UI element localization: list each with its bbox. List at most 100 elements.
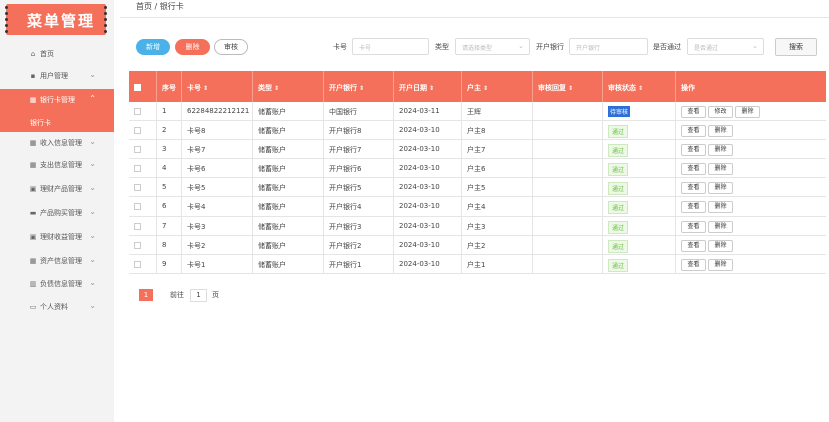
status-badge: 通过 (608, 239, 629, 253)
view-button[interactable]: 查看 (681, 125, 706, 138)
delete-row-button[interactable]: 删除 (708, 163, 733, 176)
view-button[interactable]: 查看 (681, 106, 706, 118)
sidebar-item-label: 产品购买管理 (40, 209, 82, 217)
sidebar-item-returns[interactable]: ▣ 理财收益管理 ⌄ (0, 226, 114, 248)
delete-row-button[interactable]: 删除 (708, 201, 733, 214)
building-icon: ▥ (29, 280, 37, 288)
header-bank[interactable]: 开户银行 ⇕ (324, 71, 394, 102)
sidebar-item-bankcards[interactable]: ▦ 银行卡管理 ⌃ (0, 89, 114, 111)
delete-row-button[interactable]: 删除 (708, 239, 733, 252)
row-select-cell[interactable] (129, 235, 157, 254)
sort-icon[interactable]: ⇕ (274, 85, 279, 92)
table-row[interactable]: 3 卡号7 储蓄账户 开户银行7 2024-03-10 户主7 通过 查看 删除 (129, 140, 826, 160)
table-row[interactable]: 5 卡号5 储蓄账户 开户银行5 2024-03-10 户主5 通过 查看 删除 (129, 178, 826, 198)
status-badge: 通过 (608, 163, 629, 177)
view-button[interactable]: 查看 (681, 258, 706, 271)
sidebar-item-income[interactable]: ▦ 收入信息管理 ⌄ (0, 132, 114, 154)
delete-row-button[interactable]: 删除 (708, 125, 733, 138)
view-button[interactable]: 查看 (681, 239, 706, 252)
pass-select[interactable]: 是否通过 ⌄ (687, 38, 764, 55)
row-select-cell[interactable] (129, 140, 157, 159)
sort-icon[interactable]: ⇕ (359, 85, 364, 92)
delete-row-button[interactable]: 删除 (708, 220, 733, 233)
header-card[interactable]: 卡号 ⇕ (182, 71, 253, 102)
cell-card: 卡号2 (182, 235, 253, 254)
goto-page-input[interactable]: 1 (190, 289, 207, 302)
row-checkbox[interactable] (134, 127, 141, 135)
sidebar-item-label: 用户管理 (40, 72, 68, 80)
cell-owner: 户主8 (462, 121, 533, 140)
select-all-checkbox[interactable] (134, 84, 141, 91)
delete-row-button[interactable]: 删除 (708, 182, 733, 195)
row-checkbox[interactable] (134, 222, 141, 230)
header-select-all[interactable] (129, 71, 157, 102)
edit-button[interactable]: 修改 (708, 106, 733, 118)
sort-icon[interactable]: ⇕ (429, 85, 434, 92)
row-select-cell[interactable] (129, 197, 157, 216)
table-row[interactable]: 1 62284822212121 储蓄账户 中国银行 2024-03-11 王辉 待审核 查看… (129, 102, 826, 122)
cell-card: 卡号4 (182, 197, 253, 216)
row-select-cell[interactable] (129, 254, 157, 273)
table-body: 1 62284822212121 储蓄账户 中国银行 2024-03-11 王辉 待审核 查看… (129, 102, 826, 274)
table-row[interactable]: 9 卡号1 储蓄账户 开户银行1 2024-03-10 户主1 通过 查看 删除 (129, 254, 826, 274)
sidebar-item-assets[interactable]: ▦ 资产信息管理 ⌄ (0, 250, 114, 272)
header-status[interactable]: 审核状态 ⇕ (603, 71, 676, 102)
header-reply[interactable]: 审核回复 ⇕ (533, 71, 603, 102)
table-row[interactable]: 6 卡号4 储蓄账户 开户银行4 2024-03-10 户主4 通过 查看 删除 (129, 197, 826, 217)
breadcrumb[interactable]: 首页 / 银行卡 (136, 1, 184, 12)
row-select-cell[interactable] (129, 178, 157, 197)
row-checkbox[interactable] (134, 203, 141, 211)
cell-reply (533, 102, 603, 121)
table-row[interactable]: 8 卡号2 储蓄账户 开户银行2 2024-03-10 户主2 通过 查看 删除 (129, 235, 826, 255)
add-button[interactable]: 新增 (136, 39, 170, 55)
row-select-cell[interactable] (129, 102, 157, 121)
sidebar-item-products[interactable]: ▣ 理财产品管理 ⌄ (0, 178, 114, 200)
cell-date: 2024-03-11 (394, 102, 462, 121)
row-checkbox[interactable] (134, 165, 141, 173)
table-row[interactable]: 2 卡号8 储蓄账户 开户银行8 2024-03-10 户主8 通过 查看 删除 (129, 121, 826, 141)
delete-row-button[interactable]: 删除 (708, 258, 733, 271)
row-select-cell[interactable] (129, 159, 157, 178)
row-checkbox[interactable] (134, 184, 141, 192)
header-type[interactable]: 类型 ⇕ (253, 71, 324, 102)
cell-reply (533, 159, 603, 178)
bank-search-input[interactable]: 开户银行 (569, 38, 648, 55)
row-checkbox[interactable] (134, 241, 141, 249)
row-select-cell[interactable] (129, 216, 157, 235)
search-button[interactable]: 搜索 (775, 38, 817, 56)
sidebar-item-users[interactable]: ▪ 用户管理 ⌄ (0, 65, 114, 87)
row-checkbox[interactable] (134, 108, 141, 115)
delete-row-button[interactable]: 删除 (708, 144, 733, 157)
sort-icon[interactable]: ⇕ (638, 85, 643, 92)
sidebar-item-profile[interactable]: ▭ 个人资料 ⌄ (0, 296, 114, 318)
card-search-input[interactable]: 卡号 (352, 38, 429, 55)
row-checkbox[interactable] (134, 146, 141, 154)
view-button[interactable]: 查看 (681, 201, 706, 214)
view-button[interactable]: 查看 (681, 220, 706, 233)
delete-row-button[interactable]: 删除 (735, 106, 760, 118)
sidebar-item-liabilities[interactable]: ▥ 负债信息管理 ⌄ (0, 273, 114, 295)
sidebar-subitem-bankcard[interactable]: 银行卡 (0, 111, 114, 132)
row-checkbox[interactable] (134, 260, 141, 268)
sidebar-item-home[interactable]: ⌂ 首页 (0, 43, 114, 65)
sort-icon[interactable]: ⇕ (203, 85, 208, 92)
delete-button[interactable]: 删除 (175, 39, 210, 55)
cell-owner: 户主7 (462, 140, 533, 159)
view-button[interactable]: 查看 (681, 182, 706, 195)
card-filter-label: 卡号 (333, 43, 347, 51)
view-button[interactable]: 查看 (681, 144, 706, 157)
cell-actions: 查看 删除 (676, 236, 826, 254)
sort-icon[interactable]: ⇕ (568, 85, 573, 92)
header-owner[interactable]: 户主 ⇕ (462, 71, 533, 102)
sort-icon[interactable]: ⇕ (483, 85, 488, 92)
row-select-cell[interactable] (129, 121, 157, 140)
page-number-current[interactable]: 1 (139, 289, 153, 301)
header-date[interactable]: 开户日期 ⇕ (394, 71, 462, 102)
sidebar-item-purchases[interactable]: ▬ 产品购买管理 ⌄ (0, 202, 114, 224)
sidebar-item-expense[interactable]: ▦ 支出信息管理 ⌄ (0, 154, 114, 176)
type-select[interactable]: 请选择类型 ⌄ (455, 38, 530, 55)
view-button[interactable]: 查看 (681, 163, 706, 176)
review-button[interactable]: 审核 (214, 39, 248, 55)
table-row[interactable]: 7 卡号3 储蓄账户 开户银行3 2024-03-10 户主3 通过 查看 删除 (129, 216, 826, 236)
table-row[interactable]: 4 卡号6 储蓄账户 开户银行6 2024-03-10 户主6 通过 查看 删除 (129, 159, 826, 179)
